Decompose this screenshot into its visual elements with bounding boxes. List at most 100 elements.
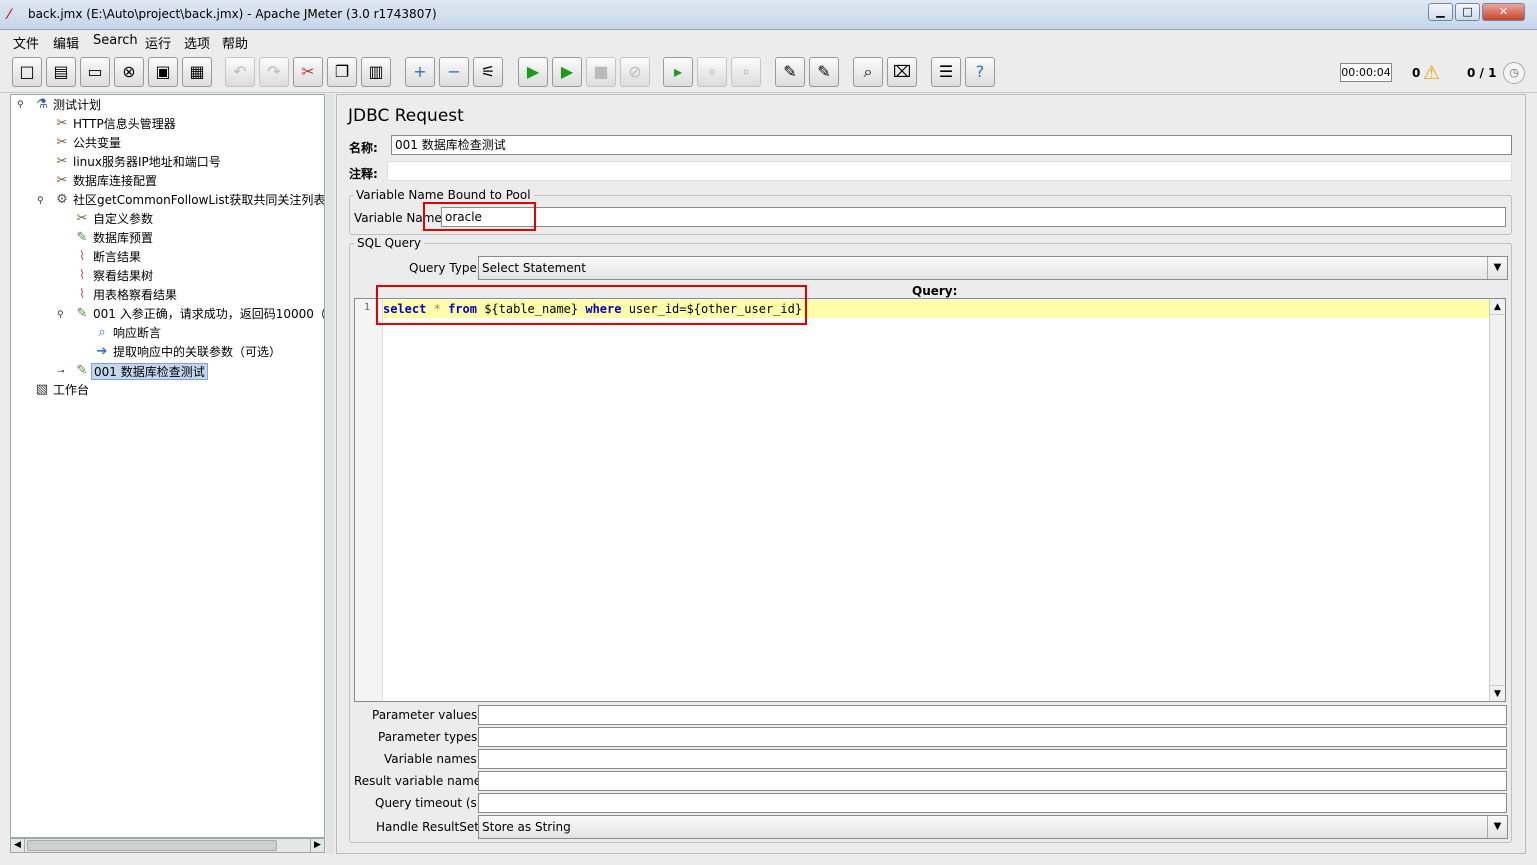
menu-run[interactable]: 运行 (145, 33, 171, 52)
remote-shutdown-icon[interactable]: ∘ (731, 57, 761, 87)
tree-view-results-table[interactable]: ⌇ 用表格察看结果 (73, 287, 179, 305)
query-timeout-label: Query timeout (s): (375, 796, 486, 810)
tree-thread-group[interactable]: ⚙ 社区getCommonFollowList获取共同关注列表接 (53, 192, 324, 210)
query-timeout-field[interactable] (478, 793, 1507, 813)
tree-assertion-results[interactable]: ⌇ 断言结果 (73, 249, 143, 267)
reset-search-icon[interactable]: ⌧ (887, 57, 917, 87)
open-icon[interactable]: ▭ (80, 57, 110, 87)
menu-edit[interactable]: 编辑 (53, 33, 79, 52)
scroll-thumb[interactable] (27, 840, 277, 851)
split-pane-divider[interactable] (326, 94, 334, 854)
panel-title: JDBC Request (348, 106, 464, 126)
tree-common-variables-icon: ✂ (56, 135, 68, 150)
new-icon[interactable]: □ (12, 57, 42, 87)
menu-bar: 文件 编辑 Search 运行 选项 帮助 (0, 30, 1537, 52)
variable-names-field[interactable] (478, 749, 1507, 769)
tree-test-plan-icon: ⚗ (36, 97, 48, 112)
templates-icon[interactable]: ▤ (46, 57, 76, 87)
tree-view-results-tree[interactable]: ⌇ 察看结果树 (73, 268, 155, 286)
query-type-value: Select Statement (482, 261, 586, 275)
editor-vertical-scrollbar[interactable]: ▲ ▼ (1489, 299, 1505, 701)
copy-icon[interactable]: ❐ (327, 57, 357, 87)
tree-db-preset[interactable]: ✎ 数据库预置 (73, 230, 155, 248)
clear-all-icon[interactable]: ✎ (809, 57, 839, 87)
remote-start-icon[interactable]: ▸ (663, 57, 693, 87)
tree-sampler-001[interactable]: ✎ 001 入参正确，请求成功，返回码10000（接 (73, 306, 324, 324)
parameter-types-field[interactable] (478, 727, 1507, 747)
close-file-icon[interactable]: ⊗ (114, 57, 144, 87)
result-variable-label: Result variable name: (354, 774, 486, 788)
scroll-left-icon[interactable]: ◀ (11, 839, 25, 852)
handle-resultset-label: Handle ResultSet: (376, 820, 483, 834)
close-button[interactable]: ✕ (1482, 3, 1525, 21)
tree-view-results-tree-icon: ⌇ (78, 268, 86, 283)
variable-name-field[interactable]: oracle (441, 207, 1506, 227)
save-as-icon[interactable]: ▦ (182, 57, 212, 87)
tree-http-header-manager-label: HTTP信息头管理器 (73, 117, 176, 131)
collapse-icon[interactable]: − (439, 57, 469, 87)
undo-icon[interactable]: ↶ (225, 57, 255, 87)
tree-toggle-icon[interactable]: ⚲ (57, 311, 66, 320)
tree-toggle-icon[interactable]: ⚲ (37, 197, 46, 206)
help-icon[interactable]: ? (965, 57, 995, 87)
maximize-button[interactable]: □ (1455, 3, 1480, 21)
tree-http-header-manager[interactable]: ✂ HTTP信息头管理器 (53, 116, 178, 134)
chevron-down-icon[interactable]: ▼ (1487, 816, 1507, 838)
tree-response-assertion[interactable]: ⌕ 响应断言 (93, 325, 163, 343)
menu-options[interactable]: 选项 (184, 33, 210, 52)
test-plan-tree[interactable]: ⚗ 测试计划 ✂ HTTP信息头管理器 ✂ 公共变量 ✂ linux服务器IP地址和端口号 ✂ 数… (10, 94, 325, 838)
result-variable-field[interactable] (478, 771, 1507, 791)
parameter-values-field[interactable] (478, 705, 1507, 725)
minimize-button[interactable]: ▁ (1428, 3, 1453, 21)
warning-icon[interactable]: ⚠ (1423, 62, 1440, 84)
tree-workbench[interactable]: ▧ 工作台 (33, 382, 91, 400)
remote-stop-icon[interactable]: ∘ (697, 57, 727, 87)
scroll-up-icon[interactable]: ▲ (1490, 299, 1505, 315)
elapsed-timer: 00:00:04 (1340, 63, 1392, 82)
annotation-box-variable-name (423, 202, 536, 231)
comment-field[interactable] (387, 161, 1512, 181)
sql-query-editor[interactable]: 1 select * from ${table_name} where user… (354, 298, 1506, 702)
tree-extractor[interactable]: ➔ 提取响应中的关联参数（可选） (93, 344, 283, 362)
tree-db-connection-config[interactable]: ✂ 数据库连接配置 (53, 173, 159, 191)
start-icon[interactable]: ▶ (518, 57, 548, 87)
tree-jdbc-request-label: 001 数据库检查测试 (91, 363, 208, 380)
toggle-icon[interactable]: ⚟ (473, 57, 503, 87)
function-helper-icon[interactable]: ☰ (931, 57, 961, 87)
tree-horizontal-scrollbar[interactable]: ◀ ▶ (10, 838, 325, 853)
sql-query-group-title: SQL Query (354, 236, 425, 250)
redo-icon[interactable]: ↷ (259, 57, 289, 87)
tree-linux-server-label: linux服务器IP地址和端口号 (73, 155, 221, 169)
tree-extractor-label: 提取响应中的关联参数（可选） (113, 345, 282, 359)
scroll-right-icon[interactable]: ▶ (310, 839, 324, 852)
cut-icon[interactable]: ✂ (293, 57, 323, 87)
tree-common-variables[interactable]: ✂ 公共变量 (53, 135, 123, 153)
tree-response-assertion-icon: ⌕ (98, 325, 106, 340)
paste-icon[interactable]: ▥ (361, 57, 391, 87)
tree-custom-params[interactable]: ✂ 自定义参数 (73, 211, 155, 229)
clear-icon[interactable]: ✎ (775, 57, 805, 87)
name-field[interactable]: 001 数据库检查测试 (391, 135, 1512, 155)
menu-file[interactable]: 文件 (13, 33, 39, 52)
query-type-label: Query Type: (409, 261, 481, 275)
stop-icon[interactable]: ■ (586, 57, 616, 87)
chevron-down-icon[interactable]: ▼ (1487, 257, 1507, 279)
tree-test-plan[interactable]: ⚗ 测试计划 (33, 97, 103, 115)
line-gutter: 1 (355, 299, 383, 701)
expand-icon[interactable]: + (405, 57, 435, 87)
tree-jdbc-request[interactable]: ✎ 001 数据库检查测试 (73, 363, 208, 381)
query-type-select[interactable]: Select Statement ▼ (478, 256, 1508, 280)
search-icon[interactable]: ⌕ (853, 57, 883, 87)
menu-help[interactable]: 帮助 (222, 33, 248, 52)
save-icon[interactable]: ▣ (148, 57, 178, 87)
tree-jdbc-request-icon: ✎ (76, 363, 88, 378)
tree-toggle-icon[interactable]: ⚲ (17, 101, 26, 110)
start-no-pauses-icon[interactable]: ▶ (552, 57, 582, 87)
tree-view-results-tree-label: 察看结果树 (93, 269, 154, 283)
menu-search[interactable]: Search (93, 33, 138, 48)
scroll-down-icon[interactable]: ▼ (1490, 685, 1505, 701)
tree-linux-server[interactable]: ✂ linux服务器IP地址和端口号 (53, 154, 223, 172)
handle-resultset-select[interactable]: Store as String ▼ (478, 815, 1508, 839)
shutdown-icon[interactable]: ⊘ (620, 57, 650, 87)
tree-toggle-icon[interactable]: ⊸ (57, 368, 66, 377)
